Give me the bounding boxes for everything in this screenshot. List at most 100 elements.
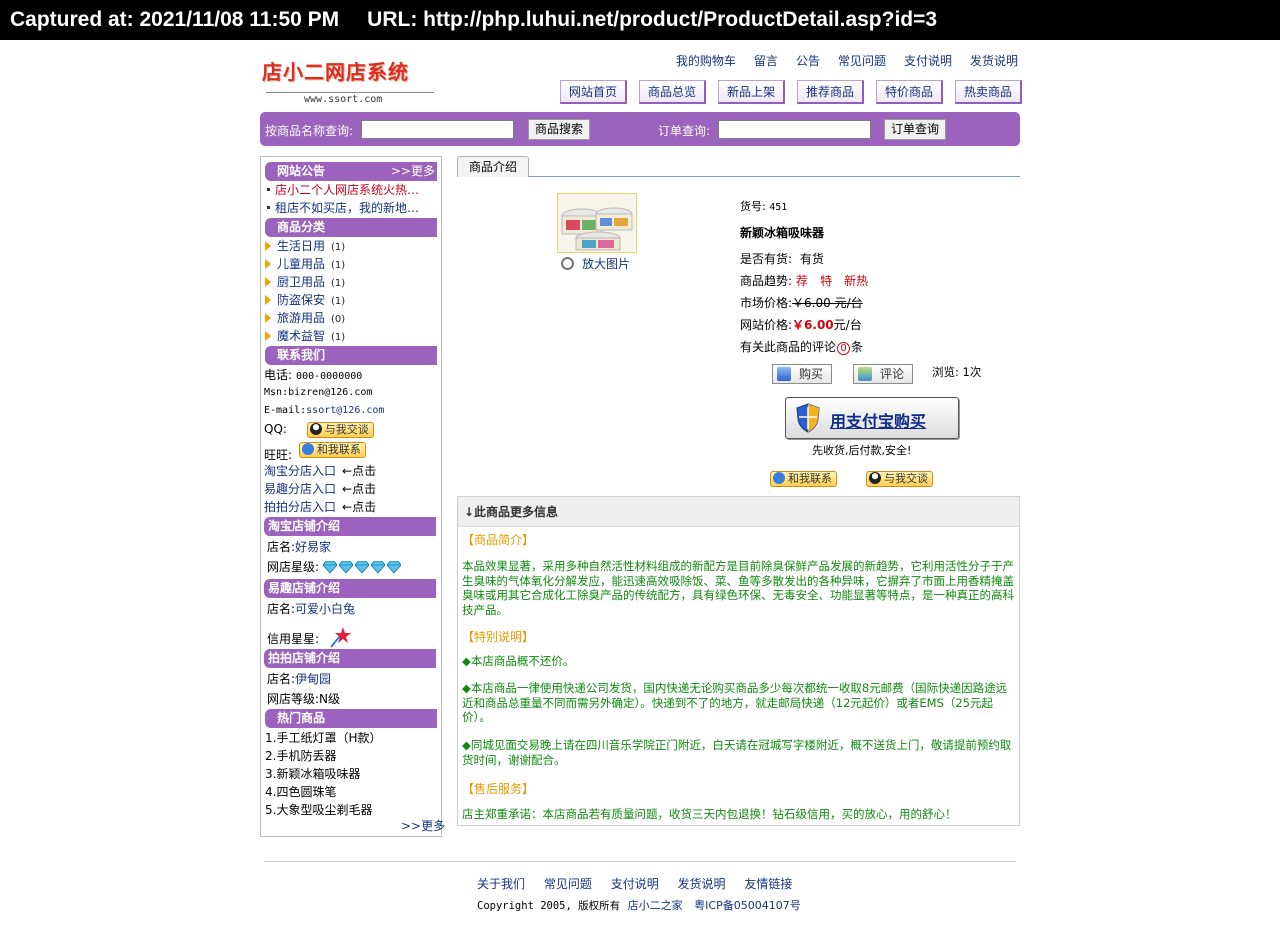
footer-link-shipping[interactable]: 发货说明 bbox=[678, 877, 726, 891]
top-link-shipping[interactable]: 发货说明 bbox=[970, 52, 1018, 69]
more-info-header: ↓此商品更多信息 bbox=[458, 497, 1019, 527]
category-count: (1) bbox=[331, 242, 346, 253]
paipai-shop: 店名:伊甸园 bbox=[267, 671, 331, 687]
top-link-notice[interactable]: 公告 bbox=[796, 52, 820, 69]
footer-link-about[interactable]: 关于我们 bbox=[477, 877, 525, 891]
category-item[interactable]: 生活日用 (1) bbox=[265, 238, 345, 256]
category-item[interactable]: 旅游用品 (0) bbox=[265, 310, 345, 328]
category-item[interactable]: 防盗保安 (1) bbox=[265, 292, 345, 310]
stock-value: 有货 bbox=[799, 252, 824, 266]
notice-more-link[interactable]: >>更多 bbox=[391, 162, 435, 181]
tab-product-intro[interactable]: 商品介绍 bbox=[457, 156, 529, 177]
alipay-label: 用支付宝购买 bbox=[830, 412, 927, 431]
footer-link-payment[interactable]: 支付说明 bbox=[611, 877, 659, 891]
alipay-note: 先收货,后付款,安全! bbox=[812, 444, 912, 457]
eachnet-rating-label: 信用星星: bbox=[267, 632, 320, 646]
footer-link-faq[interactable]: 常见问题 bbox=[544, 877, 592, 891]
qq-penguin-icon bbox=[309, 422, 322, 435]
nav-new-products[interactable]: 新品上架 bbox=[718, 80, 785, 104]
msn-value: bizren@126.com bbox=[288, 387, 373, 398]
footer-link-friends[interactable]: 友情链接 bbox=[744, 877, 792, 891]
pen-icon bbox=[858, 367, 872, 381]
category-header: 商品分类 bbox=[265, 218, 437, 237]
hot-item[interactable]: 3.新颖冰箱吸味器 bbox=[265, 766, 360, 782]
site-price-unit: 元/台 bbox=[833, 318, 862, 332]
hot-item[interactable]: 1.手工纸灯罩（H款） bbox=[265, 730, 381, 746]
eachnet-shop: 店名:可爱小白兔 bbox=[267, 601, 355, 617]
category-item[interactable]: 儿童用品 (1) bbox=[265, 256, 345, 274]
shop-entry-hint: ←点击 bbox=[342, 500, 377, 514]
comments-count-link[interactable]: 0 bbox=[837, 342, 851, 355]
site-logo[interactable]: 店小二网店系统 www.ssort.com bbox=[262, 56, 442, 110]
notice-item[interactable]: 店小二个人网店系统火热… bbox=[265, 182, 419, 198]
nav-home[interactable]: 网站首页 bbox=[560, 80, 627, 104]
notice-item[interactable]: 租店不如买店，我的新地… bbox=[265, 200, 419, 216]
captured-at: Captured at: 2021/11/08 11:50 PM bbox=[10, 8, 340, 31]
comment-button[interactable]: 评论 bbox=[853, 364, 914, 384]
site-price-value: ￥6.00 bbox=[792, 318, 834, 332]
hot-more-link[interactable]: >>更多 bbox=[401, 818, 445, 834]
comment-summary: 有关此商品的评论 0 条 bbox=[740, 338, 863, 355]
shop-entry-eachnet[interactable]: 易趣分店入口 ←点击 bbox=[264, 481, 376, 497]
top-link-cart[interactable]: 我的购物车 bbox=[676, 52, 736, 69]
eachnet-shop-link[interactable]: 可爱小白兔 bbox=[295, 602, 355, 616]
contact-msn: Msn:bizren@126.com bbox=[264, 385, 372, 401]
nav-hot[interactable]: 热卖商品 bbox=[955, 80, 1022, 104]
nav-all-products[interactable]: 商品总览 bbox=[639, 80, 706, 104]
category-item[interactable]: 厨卫用品 (1) bbox=[265, 274, 345, 292]
taobao-title: 淘宝店铺介绍 bbox=[268, 519, 341, 533]
diamond-icon bbox=[371, 561, 386, 573]
nav-specials[interactable]: 特价商品 bbox=[876, 80, 943, 104]
alipay-buy-button[interactable]: 用支付宝购买 bbox=[785, 397, 959, 439]
product-search-button[interactable]: 商品搜索 bbox=[528, 119, 591, 140]
top-link-faq[interactable]: 常见问题 bbox=[838, 52, 886, 69]
paipai-header: 拍拍店铺介绍 bbox=[264, 649, 436, 668]
copyright-owner-link[interactable]: 店小二之家 bbox=[628, 899, 683, 912]
product-qq-button[interactable]: 与我交谈 bbox=[866, 471, 933, 487]
wangwang-contact-button[interactable]: 和我联系 bbox=[298, 441, 366, 458]
category-name: 防盗保安 bbox=[277, 293, 326, 307]
hot-title: 热门商品 bbox=[277, 711, 326, 725]
product-search-input[interactable] bbox=[361, 120, 514, 139]
category-count: (1) bbox=[331, 260, 346, 271]
wangwang-contact-label: 和我联系 bbox=[316, 442, 361, 456]
category-count: (1) bbox=[331, 332, 346, 343]
capture-bar: Captured at: 2021/11/08 11:50 PM URL: htt… bbox=[0, 0, 1280, 40]
order-search-button[interactable]: 订单查询 bbox=[884, 119, 947, 140]
product-image[interactable] bbox=[557, 193, 637, 253]
zoom-image-link[interactable]: 放大图片 bbox=[561, 255, 630, 272]
product-photo bbox=[558, 194, 636, 252]
hot-item[interactable]: 4.四色圆珠笔 bbox=[265, 784, 336, 800]
shop-entry-hint: ←点击 bbox=[342, 464, 377, 478]
comments-prefix: 有关此商品的评论 bbox=[740, 340, 837, 354]
hot-item[interactable]: 5.大象型吸尘剃毛器 bbox=[265, 802, 372, 818]
email-link[interactable]: ssort@126.com bbox=[306, 405, 384, 416]
footer-divider bbox=[264, 861, 1016, 862]
icp-link[interactable]: 粤ICP备05004107号 bbox=[694, 899, 801, 912]
order-search-input[interactable] bbox=[718, 120, 871, 139]
qq-chat-button[interactable]: 与我交谈 bbox=[306, 421, 374, 438]
taobao-shop-link[interactable]: 好易家 bbox=[295, 540, 331, 554]
shop-entry-paipai[interactable]: 拍拍分店入口 ←点击 bbox=[264, 499, 376, 515]
top-link-payment[interactable]: 支付说明 bbox=[904, 52, 952, 69]
category-name: 儿童用品 bbox=[277, 257, 326, 271]
nav-recommended[interactable]: 推荐商品 bbox=[797, 80, 864, 104]
top-link-guestbook[interactable]: 留言 bbox=[754, 52, 778, 69]
triangle-bullet-icon bbox=[265, 313, 271, 323]
buy-button[interactable]: 购买 bbox=[772, 364, 833, 384]
wangwang-label: 和我联系 bbox=[788, 472, 832, 485]
site-price-label: 网站价格: bbox=[740, 318, 793, 332]
product-wangwang-button[interactable]: 和我联系 bbox=[770, 471, 837, 487]
shop-entry-name: 淘宝分店入口 bbox=[264, 464, 337, 478]
gift-box-icon bbox=[777, 367, 791, 381]
comments-suffix: 条 bbox=[851, 340, 864, 354]
category-count: (1) bbox=[331, 278, 346, 289]
paipai-shop-link[interactable]: 伊甸园 bbox=[295, 672, 331, 686]
trend-special-badge: 特 bbox=[820, 274, 833, 288]
shop-entry-taobao[interactable]: 淘宝分店入口 ←点击 bbox=[264, 463, 376, 479]
hot-item[interactable]: 2.手机防丢器 bbox=[265, 748, 336, 764]
qq-chat-label: 与我交谈 bbox=[324, 422, 369, 436]
category-item[interactable]: 魔术益智 (1) bbox=[265, 328, 345, 346]
product-name: 新颖冰箱吸味器 bbox=[740, 226, 825, 240]
zoom-label: 放大图片 bbox=[582, 257, 631, 271]
